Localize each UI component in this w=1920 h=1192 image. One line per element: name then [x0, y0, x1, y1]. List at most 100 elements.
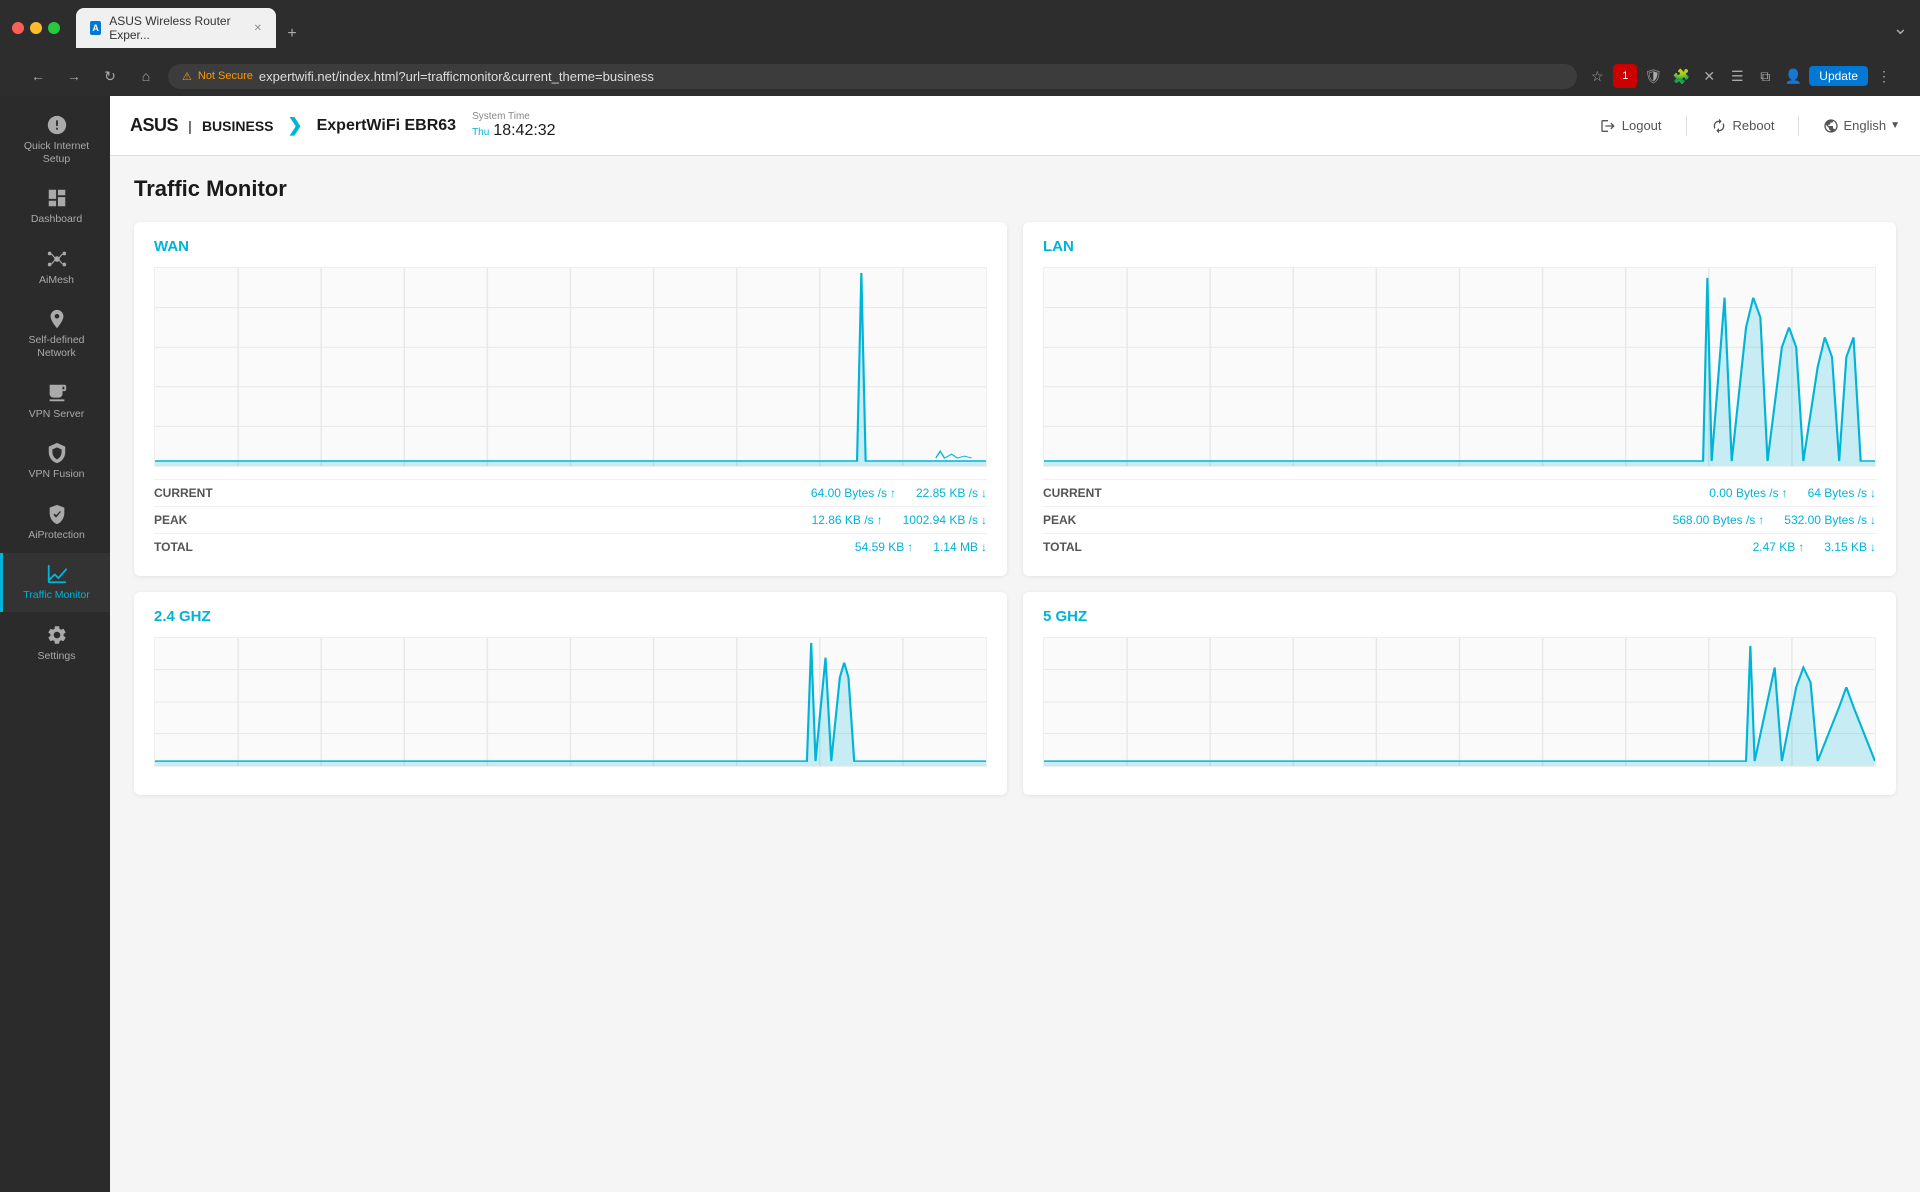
aiprotection-label: AiProtection	[28, 529, 85, 542]
wan-peak-up: 12.86 KB /s	[812, 513, 883, 527]
lan-peak-up: 568.00 Bytes /s	[1673, 513, 1765, 527]
reboot-button[interactable]: Reboot	[1711, 118, 1775, 134]
wan-peak-values: 12.86 KB /s 1002.94 KB /s	[812, 513, 987, 527]
wan-chart	[154, 267, 987, 467]
sidebar-item-aimesh[interactable]: AiMesh	[0, 238, 110, 297]
puzzle-icon[interactable]: 🧩	[1669, 64, 1693, 88]
ghz5-chart-svg	[1044, 638, 1875, 766]
lan-total-values: 2.47 KB 3.15 KB	[1753, 540, 1876, 554]
forward-button[interactable]: →	[60, 62, 88, 90]
self-defined-label: Self-defined Network	[28, 334, 84, 359]
ghz5-card: 5 GHZ	[1023, 592, 1896, 795]
header-divider-2	[1798, 116, 1799, 136]
lan-total-label: TOTAL	[1043, 540, 1123, 554]
not-secure-label: Not Secure	[198, 70, 253, 82]
lan-total-down-arrow	[1870, 540, 1876, 554]
wan-total-up-arrow	[907, 540, 913, 554]
lan-total-up-arrow	[1798, 540, 1804, 554]
wan-peak-up-arrow	[877, 513, 883, 527]
minimize-button[interactable]	[30, 22, 42, 34]
sidebar: Quick Internet Setup Dashboard AiMesh Se…	[0, 96, 110, 1192]
list-icon[interactable]: ☰	[1725, 64, 1749, 88]
wan-total-down: 1.14 MB	[933, 540, 987, 554]
ghz5-title: 5 GHZ	[1043, 608, 1876, 625]
bookmark-icon[interactable]: ☆	[1585, 64, 1609, 88]
quick-setup-label: Quick Internet Setup	[24, 140, 89, 165]
logo-business: BUSINESS	[202, 118, 274, 134]
sidebar-item-dashboard[interactable]: Dashboard	[0, 177, 110, 236]
wan-peak-label: PEAK	[154, 513, 234, 527]
header-divider-1	[1686, 116, 1687, 136]
browser-chrome: A ASUS Wireless Router Exper... ✕ + ⌄ ← …	[0, 0, 1920, 96]
language-label: English	[1843, 118, 1886, 133]
lan-peak-row: PEAK 568.00 Bytes /s 532.00 Bytes /s	[1043, 506, 1876, 533]
profile-icon[interactable]: 👤	[1781, 64, 1805, 88]
lan-total-row: TOTAL 2.47 KB 3.15 KB	[1043, 533, 1876, 560]
logout-button[interactable]: Logout	[1600, 118, 1662, 134]
sidebar-item-vpn-server[interactable]: VPN Server	[0, 372, 110, 431]
wan-current-label: CURRENT	[154, 486, 234, 500]
sidebar-toggle-icon[interactable]: ⧉	[1753, 64, 1777, 88]
vpn-server-icon	[46, 382, 68, 404]
active-tab[interactable]: A ASUS Wireless Router Exper... ✕	[76, 8, 276, 48]
browser-menu-icon[interactable]: ⌄	[1893, 18, 1908, 39]
wan-current-values: 64.00 Bytes /s 22.85 KB /s	[811, 486, 987, 500]
reload-button[interactable]: ↻	[96, 62, 124, 90]
lan-current-row: CURRENT 0.00 Bytes /s 64 Bytes /s	[1043, 479, 1876, 506]
wan-peak-down-arrow	[981, 513, 987, 527]
shield-icon[interactable]: 🛡	[1641, 64, 1665, 88]
system-time-label: System Time	[472, 111, 556, 122]
tab-favicon: A	[90, 21, 101, 35]
wan-current-up-arrow	[890, 486, 896, 500]
wan-total-row: TOTAL 54.59 KB 1.14 MB	[154, 533, 987, 560]
system-time-day: Thu	[472, 127, 489, 138]
lan-current-values: 0.00 Bytes /s 64 Bytes /s	[1709, 486, 1876, 500]
address-bar[interactable]: ⚠ Not Secure expertwifi.net/index.html?u…	[168, 64, 1577, 89]
language-selector[interactable]: English ▼	[1823, 118, 1900, 134]
sidebar-item-self-defined-network[interactable]: Self-defined Network	[0, 298, 110, 369]
new-tab-button[interactable]: +	[278, 20, 306, 48]
settings-icon	[46, 624, 68, 646]
menu-dots-icon[interactable]: ⋮	[1872, 64, 1896, 88]
globe-icon	[1823, 118, 1839, 134]
wan-peak-down: 1002.94 KB /s	[903, 513, 987, 527]
wan-current-down: 22.85 KB /s	[916, 486, 987, 500]
nav-bar: ← → ↻ ⌂ ⚠ Not Secure expertwifi.net/inde…	[12, 56, 1908, 96]
update-button[interactable]: Update	[1809, 66, 1868, 86]
extensions-icon[interactable]: 1	[1613, 64, 1637, 88]
aimesh-icon	[46, 248, 68, 270]
sidebar-item-aiprotection[interactable]: AiProtection	[0, 493, 110, 552]
sidebar-item-quick-internet-setup[interactable]: Quick Internet Setup	[0, 104, 110, 175]
sidebar-item-traffic-monitor[interactable]: Traffic Monitor	[0, 553, 110, 612]
wan-title: WAN	[154, 238, 987, 255]
ghz24-title: 2.4 GHZ	[154, 608, 987, 625]
network-icon	[46, 308, 68, 330]
router-name: ExpertWiFi EBR63	[317, 117, 456, 135]
sidebar-item-vpn-fusion[interactable]: VPN Fusion	[0, 432, 110, 491]
lan-total-up: 2.47 KB	[1753, 540, 1805, 554]
app-wrapper: Quick Internet Setup Dashboard AiMesh Se…	[0, 96, 1920, 1192]
vpn-fusion-label: VPN Fusion	[28, 468, 84, 481]
system-time-block: System Time Thu 18:42:32	[472, 111, 556, 140]
main-content: Traffic Monitor WAN	[110, 156, 1920, 1192]
sidebar-item-settings[interactable]: Settings	[0, 614, 110, 673]
wan-total-label: TOTAL	[154, 540, 234, 554]
dashboard-icon	[46, 187, 68, 209]
tab-close-icon[interactable]: ✕	[254, 23, 262, 34]
back-button[interactable]: ←	[24, 62, 52, 90]
settings-label: Settings	[38, 650, 76, 663]
language-dropdown-icon: ▼	[1890, 120, 1900, 131]
home-button[interactable]: ⌂	[132, 62, 160, 90]
close-button[interactable]	[12, 22, 24, 34]
lan-current-down: 64 Bytes /s	[1808, 486, 1876, 500]
wan-card: WAN	[134, 222, 1007, 576]
lan-peak-down: 532.00 Bytes /s	[1784, 513, 1876, 527]
lan-chart	[1043, 267, 1876, 467]
logout-label: Logout	[1622, 118, 1662, 133]
maximize-button[interactable]	[48, 22, 60, 34]
close-icon2[interactable]: ✕	[1697, 64, 1721, 88]
tabs-bar: A ASUS Wireless Router Exper... ✕ +	[76, 8, 1885, 48]
lan-chart-svg	[1044, 268, 1875, 466]
logout-icon	[1600, 118, 1616, 134]
traffic-lights	[12, 22, 60, 34]
